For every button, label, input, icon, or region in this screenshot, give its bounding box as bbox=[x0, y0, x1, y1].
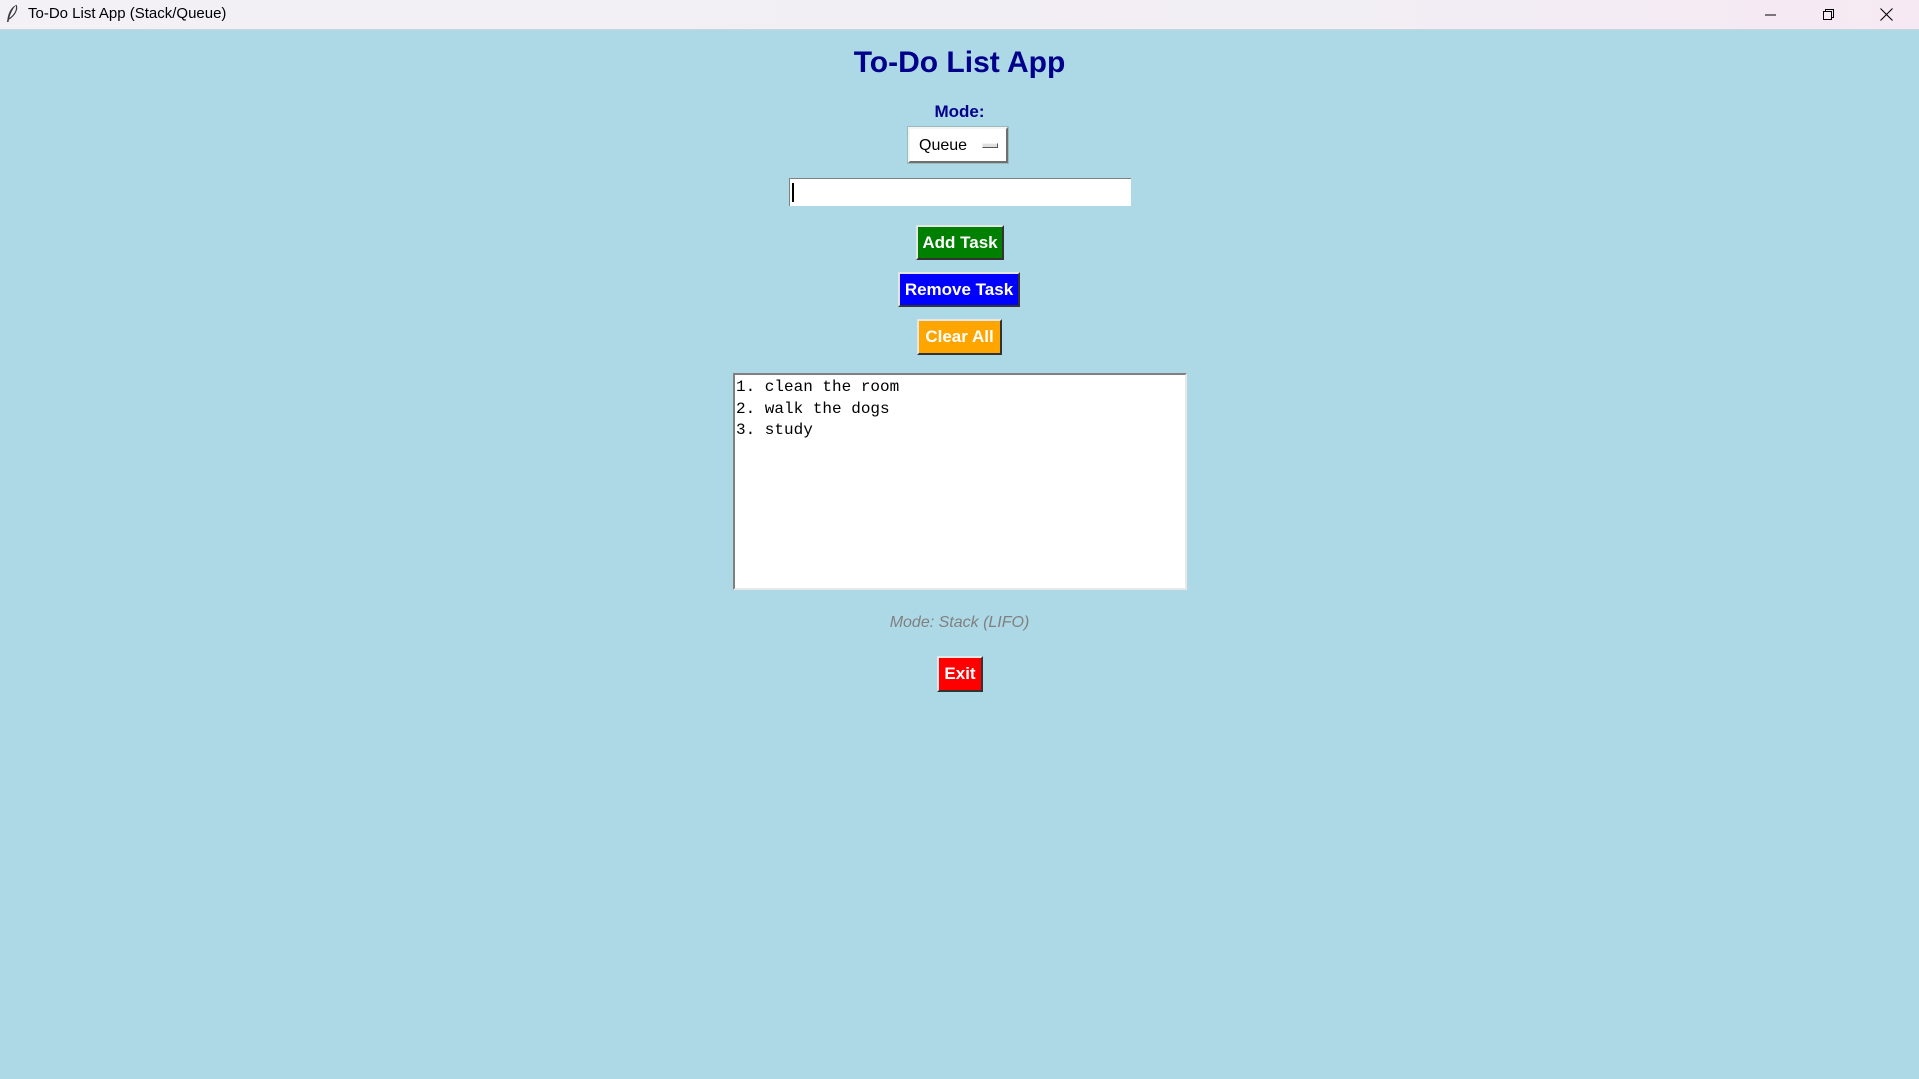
app-title: To-Do List App bbox=[853, 46, 1066, 79]
minimize-icon bbox=[1764, 9, 1777, 21]
restore-icon bbox=[1822, 8, 1835, 21]
mode-dropdown-value: Queue bbox=[919, 137, 968, 154]
mode-dropdown[interactable]: Queue bbox=[907, 126, 1009, 164]
list-item[interactable]: 1. clean the room bbox=[736, 377, 1185, 399]
close-button[interactable] bbox=[1858, 0, 1915, 29]
mode-label: Mode: bbox=[934, 102, 985, 121]
task-list[interactable]: 1. clean the room 2. walk the dogs 3. st… bbox=[733, 373, 1187, 590]
dropdown-indicator-icon bbox=[982, 143, 998, 148]
minimize-button[interactable] bbox=[1742, 0, 1799, 29]
mode-status-text: Mode: Stack (LIFO) bbox=[889, 614, 1030, 631]
clear-all-button[interactable]: Clear All bbox=[917, 319, 1002, 355]
text-caret bbox=[792, 183, 794, 202]
app-window: To-Do List App (Stack/Queue) To-Do List … bbox=[0, 0, 1919, 1079]
feather-icon bbox=[4, 4, 20, 24]
list-item[interactable]: 3. study bbox=[736, 420, 1185, 442]
list-item[interactable]: 2. walk the dogs bbox=[736, 399, 1185, 421]
add-task-button[interactable]: Add Task bbox=[916, 225, 1004, 260]
exit-button[interactable]: Exit bbox=[937, 656, 983, 692]
remove-task-button[interactable]: Remove Task bbox=[898, 272, 1020, 307]
close-icon bbox=[1880, 8, 1893, 21]
task-input[interactable] bbox=[789, 178, 1131, 206]
title-bar[interactable]: To-Do List App (Stack/Queue) bbox=[0, 0, 1919, 30]
app-content: To-Do List App Mode: Queue Add Task Remo… bbox=[0, 30, 1919, 1079]
window-title: To-Do List App (Stack/Queue) bbox=[28, 5, 227, 22]
restore-button[interactable] bbox=[1800, 0, 1857, 29]
